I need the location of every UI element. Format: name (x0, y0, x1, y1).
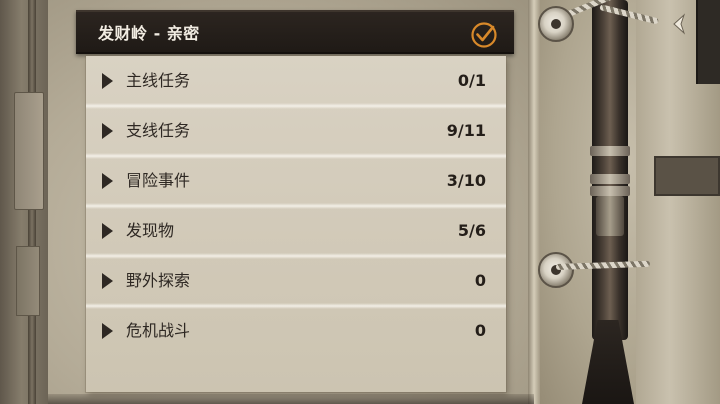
photo-corner (696, 0, 720, 84)
category-row-side-quests[interactable]: 支线任务 9/11 (86, 103, 506, 156)
category-count: 0 (474, 271, 486, 290)
category-count: 5/6 (457, 221, 486, 240)
category-count: 9/11 (446, 121, 486, 140)
category-label: 危机战斗 (126, 321, 191, 340)
expand-arrow-icon (102, 173, 113, 189)
region-title: 发财岭 - 亲密 (98, 24, 200, 43)
journal-page-edge (528, 0, 540, 404)
expand-arrow-icon (102, 323, 113, 339)
back-arrow-icon[interactable] (668, 12, 692, 36)
binder-ring-bottom (538, 252, 574, 288)
category-row-main-quests[interactable]: 主线任务 0/1 (86, 56, 506, 106)
category-label: 野外探索 (126, 271, 191, 290)
binder-rod-band (590, 174, 630, 184)
category-count: 0 (474, 321, 486, 340)
journal-left-tab (14, 92, 44, 210)
category-row-adventure-events[interactable]: 冒险事件 3/10 (86, 153, 506, 206)
page-bottom-shadow (48, 394, 534, 404)
binder-rod (592, 0, 628, 340)
category-label: 主线任务 (126, 71, 191, 90)
category-row-discoveries[interactable]: 发现物 5/6 (86, 203, 506, 256)
category-label: 支线任务 (126, 121, 191, 140)
journal-dark-label (654, 156, 720, 196)
check-circle-icon (470, 21, 498, 49)
category-count: 3/10 (446, 171, 486, 190)
binder-rod-band (590, 146, 630, 156)
expand-arrow-icon (102, 223, 113, 239)
expand-arrow-icon (102, 73, 113, 89)
category-row-crisis-battles[interactable]: 危机战斗 0 (86, 303, 506, 356)
binder-ring-top (538, 6, 574, 42)
category-list: 主线任务 0/1 支线任务 9/11 冒险事件 3/10 发现物 5/6 野外探… (86, 56, 506, 392)
category-label: 发现物 (126, 221, 175, 240)
journal-left-tab-lower (16, 246, 40, 316)
category-row-wild-exploration[interactable]: 野外探索 0 (86, 253, 506, 306)
expand-arrow-icon (102, 123, 113, 139)
binder-rod-clasp (596, 196, 624, 236)
binder-rod-band (590, 186, 630, 196)
region-header: 发财岭 - 亲密 (76, 10, 514, 54)
category-count: 0/1 (457, 71, 486, 90)
expand-arrow-icon (102, 273, 113, 289)
category-label: 冒险事件 (126, 171, 191, 190)
